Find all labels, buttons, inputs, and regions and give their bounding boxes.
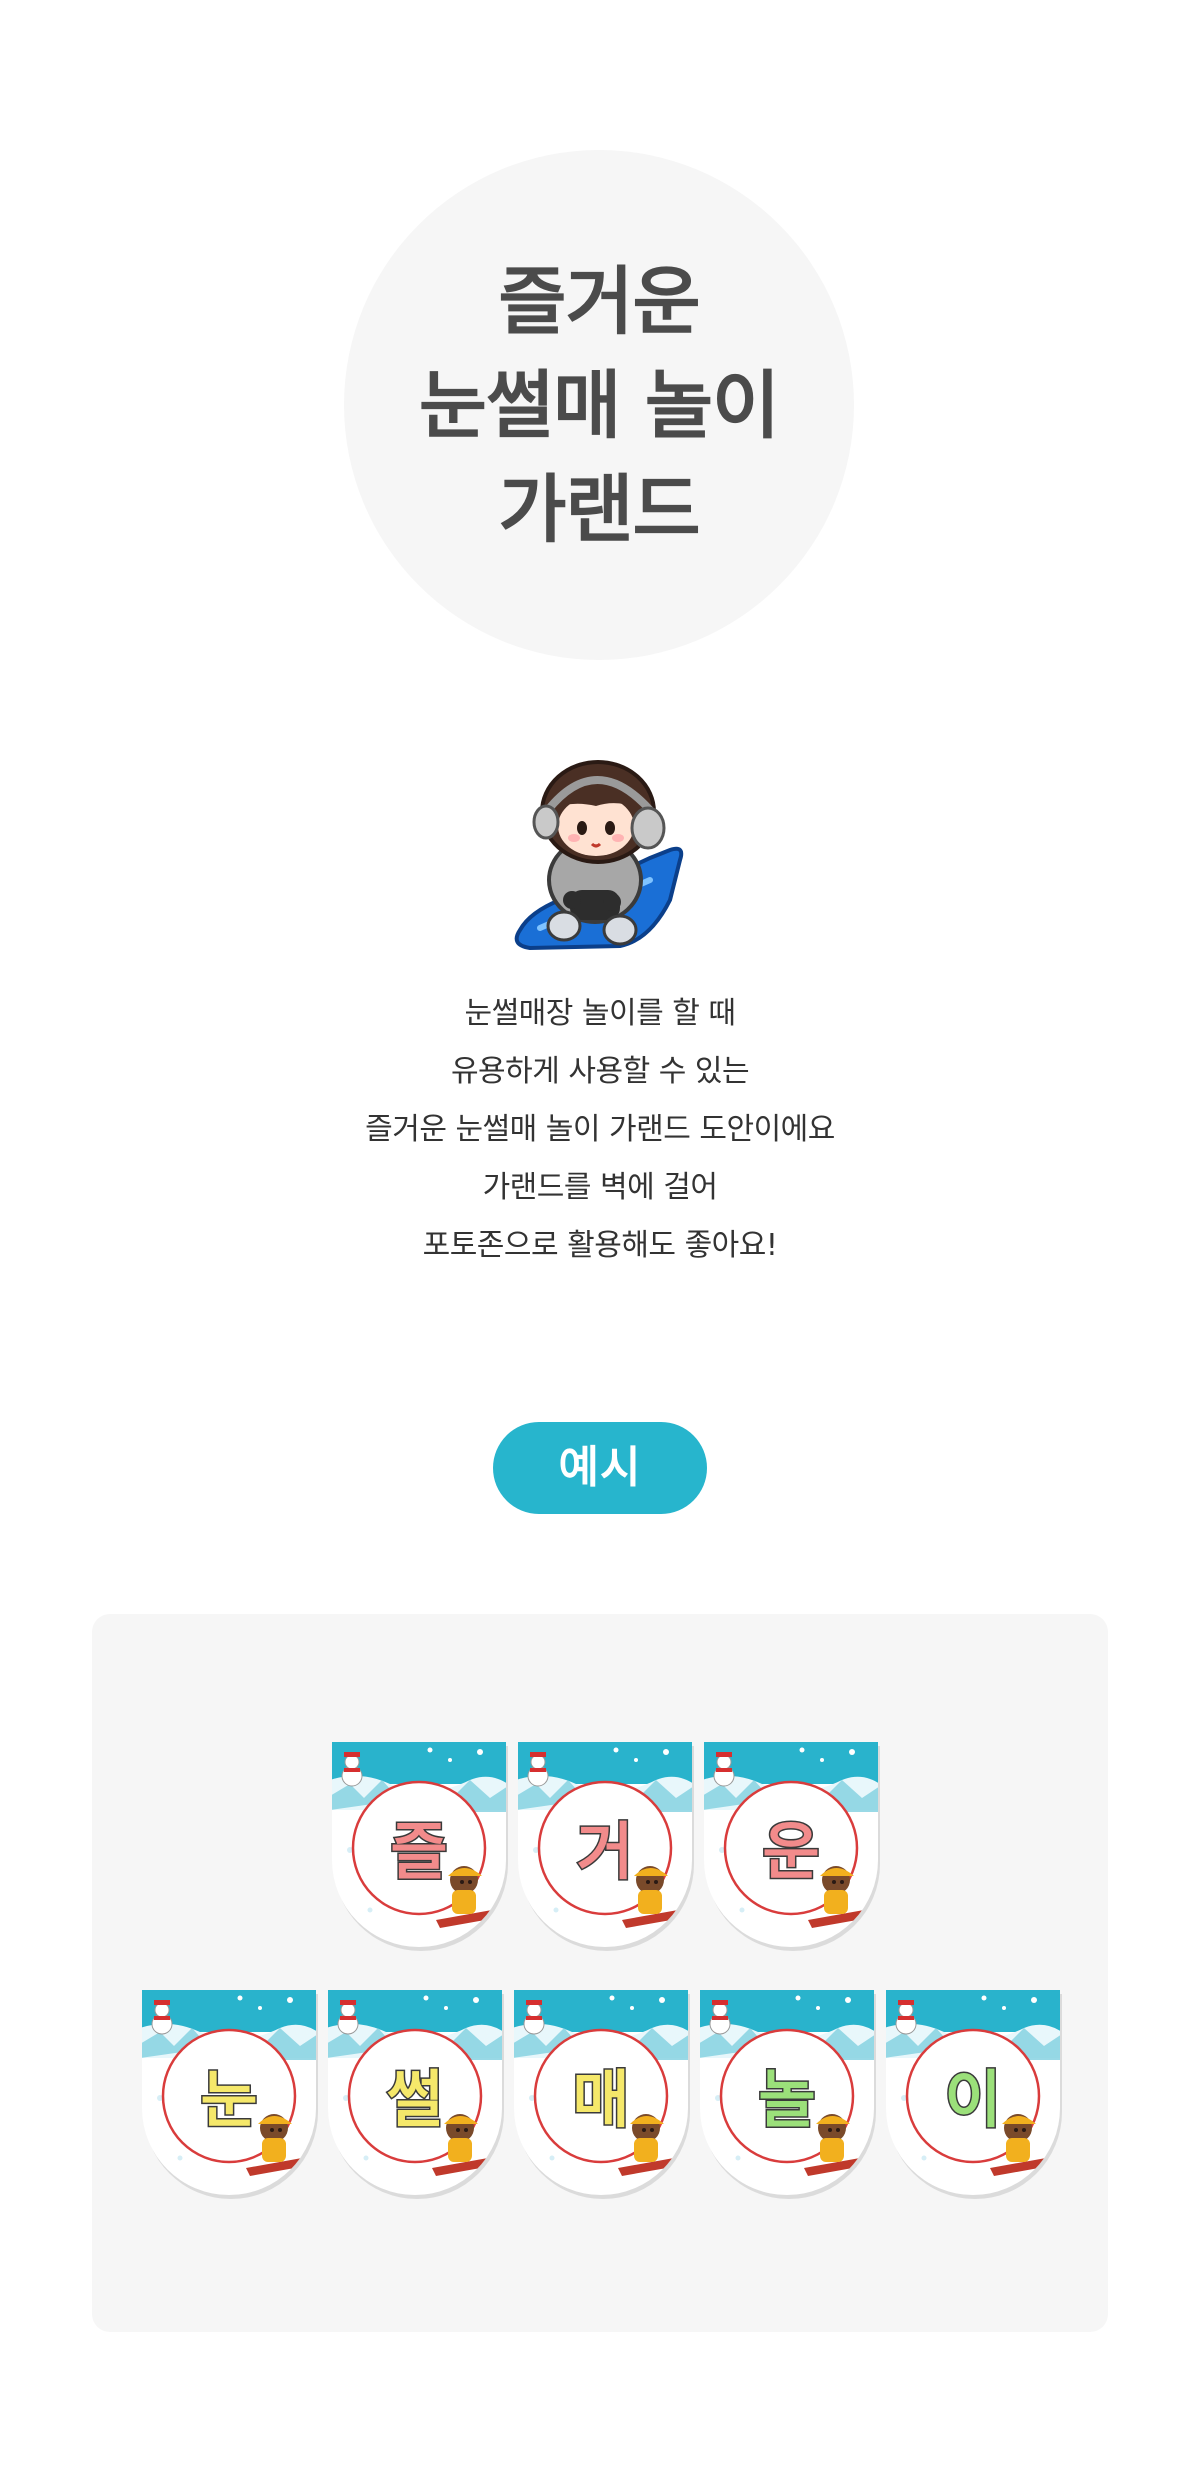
description-line: 눈썰매장 놀이를 할 때 (464, 996, 736, 1031)
garland-pennant: 운 (702, 1740, 880, 1954)
garland-pennant: 거 (516, 1740, 694, 1954)
pennant-letter: 즐 (389, 1814, 449, 1890)
garland-pennant: 매 (512, 1988, 690, 2202)
garland-pennant: 놀 (698, 1988, 876, 2202)
garland-pennant: 즐 (330, 1740, 508, 1954)
pennant-letter: 운 (761, 1814, 821, 1890)
example-panel (92, 1614, 1108, 2332)
garland-pennant: 이 (884, 1988, 1062, 2202)
title-line-1: 즐거운 (498, 259, 700, 345)
garland-pennant: 썰 (326, 1988, 504, 2202)
pennant-letter: 이 (943, 2062, 1003, 2138)
pennant-letter: 눈 (199, 2062, 259, 2138)
pennant-letter: 놀 (757, 2062, 817, 2138)
example-badge: 예시 (493, 1422, 707, 1514)
title-line-2: 눈썰매 놀이 (418, 363, 780, 449)
description-line: 유용하게 사용할 수 있는 (450, 1054, 750, 1089)
description-line: 포토존으로 활용해도 좋아요! (422, 1228, 778, 1263)
pennant-letter: 매 (571, 2062, 631, 2138)
garland-pennant: 눈 (140, 1988, 318, 2202)
description-line: 즐거운 눈썰매 놀이 가랜드 도안이에요 (365, 1112, 835, 1147)
child-on-sled-icon (500, 740, 700, 960)
pennant-letter: 썰 (385, 2062, 445, 2138)
page-title: 즐거운 눈썰매 놀이 가랜드 (344, 250, 854, 562)
description-line: 가랜드를 벽에 걸어 (482, 1170, 718, 1205)
description: 눈썰매장 놀이를 할 때 유용하게 사용할 수 있는 즐거운 눈썰매 놀이 가랜… (200, 985, 1000, 1275)
pennant-letter: 거 (575, 1814, 635, 1890)
title-line-3: 가랜드 (498, 467, 700, 553)
